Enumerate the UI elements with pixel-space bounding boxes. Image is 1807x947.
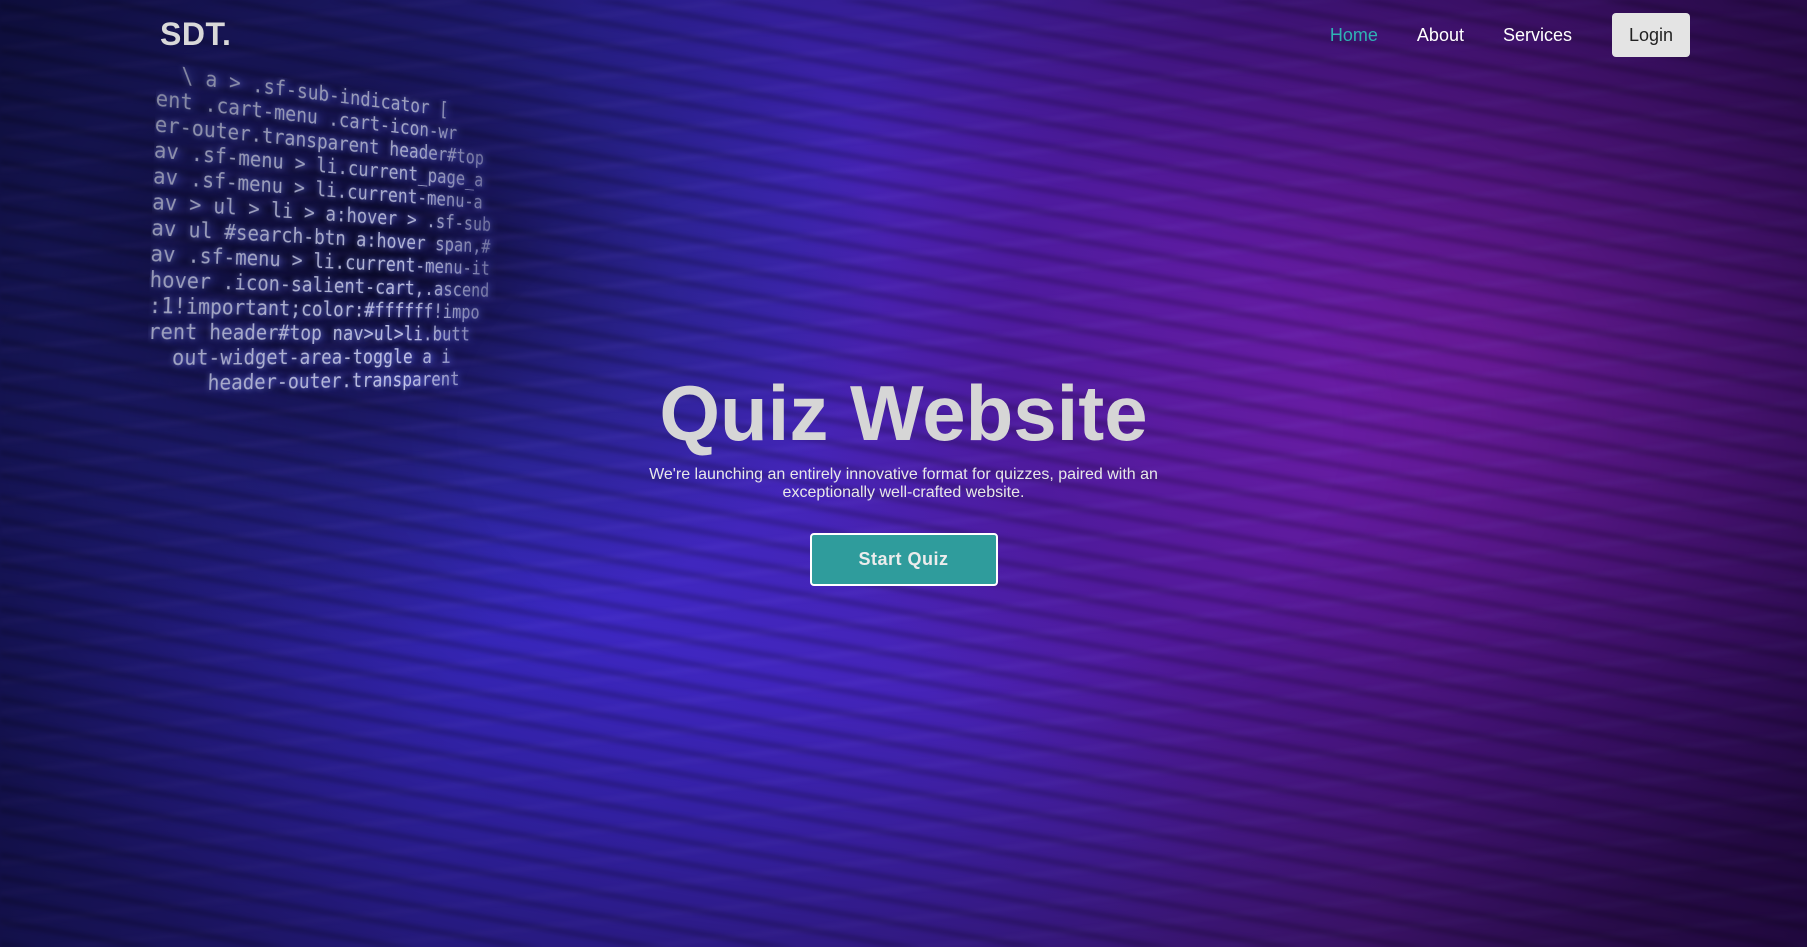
nav-link-home[interactable]: Home — [1330, 25, 1378, 46]
nav-link-services[interactable]: Services — [1503, 25, 1572, 46]
hero-section: Quiz Website We're launching an entirely… — [0, 368, 1807, 586]
start-quiz-button[interactable]: Start Quiz — [809, 533, 998, 586]
hero-title: Quiz Website — [659, 369, 1148, 457]
nav-link-about[interactable]: About — [1417, 25, 1464, 46]
hero-page: \ a > .sf-sub-indicator [ent .cart-menu … — [0, 0, 1807, 947]
top-navigation: Home About Services Login — [1291, 13, 1690, 57]
hero-subtitle: We're launching an entirely innovative f… — [649, 466, 1158, 501]
login-button[interactable]: Login — [1612, 13, 1690, 57]
site-logo[interactable]: SDT. — [160, 16, 231, 53]
